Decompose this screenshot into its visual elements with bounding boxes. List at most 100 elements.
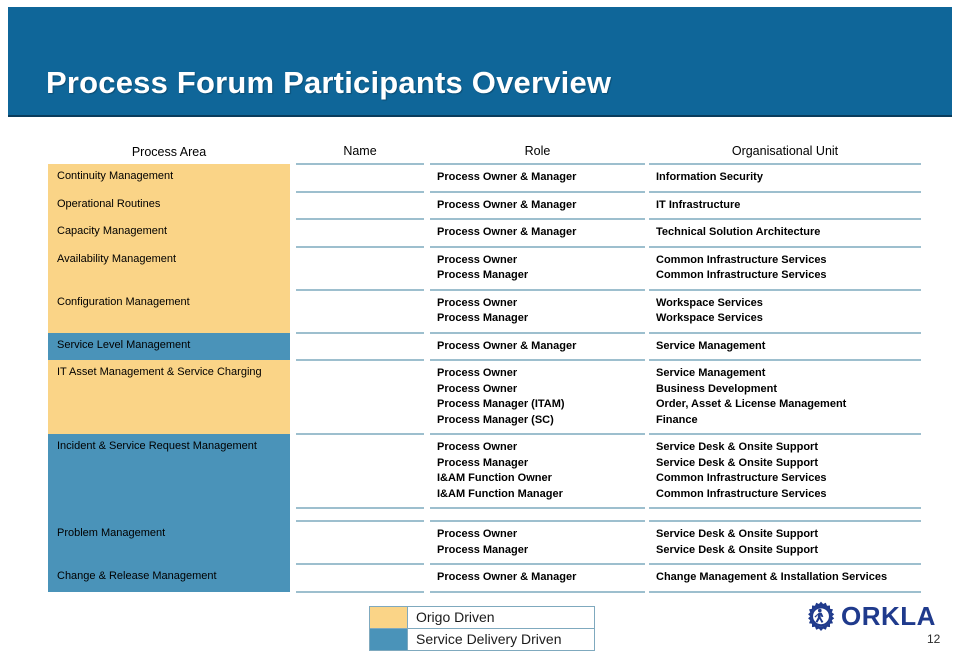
- role-line: I&AM Function Owner: [437, 472, 552, 484]
- slide-title-banner: Process Forum Participants Overview: [8, 7, 952, 117]
- table-header-row: Process Area Name Role Organisational Un…: [48, 140, 921, 164]
- role-line: Process Manager: [437, 269, 529, 281]
- org-unit-line: Service Management: [656, 339, 766, 352]
- role-line: Process Owner: [437, 296, 518, 309]
- org-unit-line: Common Infrastructure Services: [656, 269, 827, 281]
- cell-role: Process Owner Process Owner Process Manage…: [430, 359, 645, 435]
- spacer-blank: [430, 508, 645, 521]
- org-unit-line: Common Infrastructure Services: [656, 487, 827, 500]
- column-header-org-unit: Organisational Unit: [731, 144, 839, 158]
- cell-process-area: IT Asset Management & Service Charging: [48, 360, 290, 434]
- spacer-process-area: [48, 508, 290, 521]
- role-line: Process Manager (ITAM): [437, 398, 565, 410]
- cell-org-unit: Service Management Business Development Or…: [649, 359, 921, 435]
- org-unit-line: Service Desk & Onsite Support: [656, 543, 818, 556]
- cell-name: [296, 433, 424, 509]
- cell-org-unit: Service Desk & Onsite Support Service Des…: [649, 433, 921, 509]
- cell-name: [296, 520, 424, 565]
- cell-process-area: Configuration Management: [48, 289, 290, 333]
- role-line: Process Owner: [437, 367, 518, 379]
- cell-process-area: Problem Management: [48, 521, 290, 564]
- cell-role: Process Owner & Manager: [430, 218, 645, 248]
- cell-process-area: Capacity Management: [48, 219, 290, 247]
- table-body: Continuity Management Process Owner & Ma…: [48, 163, 921, 593]
- orkla-wordmark: ORKLA: [841, 601, 936, 631]
- cell-name: [296, 331, 424, 361]
- role-line: Process Manager: [437, 312, 529, 324]
- table-row: Incident & Service Request Management Pr…: [48, 433, 921, 509]
- org-unit-line: Business Development: [656, 382, 778, 395]
- cell-role: Process Owner Process Manager: [430, 245, 645, 291]
- cell-role: Process Owner & Manager: [430, 190, 645, 220]
- legend-label-service-delivery: Service Delivery Driven: [416, 631, 562, 647]
- role-line: Process Manager: [437, 543, 529, 556]
- table-row: Capacity Management Process Owner & Mana…: [48, 218, 921, 248]
- cell-name: [296, 163, 424, 193]
- gear-figure-icon: [808, 601, 835, 631]
- org-unit-line: Service Management: [656, 367, 766, 379]
- role-line: Process Owner: [437, 441, 518, 453]
- table-row: Continuity Management Process Owner & Ma…: [48, 163, 921, 193]
- table-row-spacer: [48, 508, 921, 521]
- cell-process-area: Service Level Management: [48, 332, 290, 360]
- table-row: Change & Release Management Process Owne…: [48, 563, 921, 593]
- role-line: Process Owner & Manager: [437, 171, 577, 183]
- spacer-blank: [296, 508, 424, 521]
- legend-swatch-origo: [370, 607, 408, 628]
- cell-name: [296, 245, 424, 291]
- legend-label-origo: Origo Driven: [416, 609, 495, 625]
- table-header: Process Area Name Role Organisational Un…: [48, 140, 921, 164]
- column-header-name: Name: [343, 144, 377, 158]
- participants-table-container: Process Area Name Role Organisational Un…: [0, 140, 960, 593]
- table-row: Problem Management Process Owner Process …: [48, 520, 921, 565]
- page-number: 12: [927, 632, 941, 646]
- cell-process-area: Operational Routines: [48, 191, 290, 219]
- table-row: IT Asset Management & Service Charging P…: [48, 359, 921, 435]
- page-title: Process Forum Participants Overview: [46, 65, 612, 100]
- cell-process-area: Continuity Management: [48, 164, 290, 192]
- cell-role: Process Owner & Manager: [430, 163, 645, 193]
- cell-name: [296, 359, 424, 435]
- role-line: I&AM Function Manager: [437, 487, 563, 500]
- cell-role: Process Owner Process Manager I&AM Functio…: [430, 433, 645, 509]
- cell-process-area: Incident & Service Request Management: [48, 434, 290, 508]
- role-line: Process Owner & Manager: [437, 571, 577, 583]
- cell-role: Process Owner Process Manager: [430, 288, 645, 334]
- org-unit-line: Information Security: [656, 171, 763, 183]
- cell-org-unit: Technical Solution Architecture: [649, 218, 921, 248]
- cell-role: Process Owner Process Manager: [430, 520, 645, 565]
- org-unit-line: Common Infrastructure Services: [656, 472, 827, 484]
- table-row: Service Level Management Process Owner &…: [48, 331, 921, 361]
- table-row: Operational Routines Process Owner & Man…: [48, 190, 921, 220]
- org-unit-line: IT Infrastructure: [656, 198, 741, 211]
- cell-role: Process Owner & Manager: [430, 331, 645, 361]
- orkla-logo: ORKLA: [806, 601, 936, 631]
- cell-org-unit: Service Management: [649, 331, 921, 361]
- cell-org-unit: Change Management & Installation Service…: [649, 563, 921, 593]
- role-line: Process Manager (SC): [437, 413, 554, 426]
- cell-org-unit: Workspace Services Workspace Services: [649, 288, 921, 334]
- role-line: Process Owner & Manager: [437, 226, 577, 238]
- org-unit-line: Workspace Services: [656, 312, 763, 324]
- legend-item-service-delivery: Service Delivery Driven: [370, 628, 594, 650]
- org-unit-line: Workspace Services: [656, 296, 763, 309]
- org-unit-line: Order, Asset & License Management: [656, 398, 847, 410]
- legend-item-origo: Origo Driven: [370, 607, 594, 628]
- cell-process-area: Change & Release Management: [48, 564, 290, 592]
- org-unit-line: Service Desk & Onsite Support: [656, 456, 818, 469]
- legend-swatch-service-delivery: [370, 629, 408, 650]
- cell-org-unit: Information Security: [649, 163, 921, 193]
- legend: Origo Driven Service Delivery Driven: [369, 606, 595, 651]
- org-unit-line: Change Management & Installation Service…: [656, 571, 888, 583]
- role-line: Process Owner & Manager: [437, 339, 577, 352]
- column-header-process-area: Process Area: [131, 145, 207, 159]
- cell-name: [296, 288, 424, 334]
- table-row: Configuration Management Process Owner Pr…: [48, 288, 921, 334]
- role-line: Process Owner & Manager: [437, 198, 577, 211]
- cell-name: [296, 190, 424, 220]
- column-header-role: Role: [524, 144, 551, 158]
- cell-name: [296, 218, 424, 248]
- role-line: Process Owner: [437, 253, 518, 266]
- role-line: Process Owner: [437, 528, 518, 540]
- cell-process-area: Availability Management: [48, 246, 290, 290]
